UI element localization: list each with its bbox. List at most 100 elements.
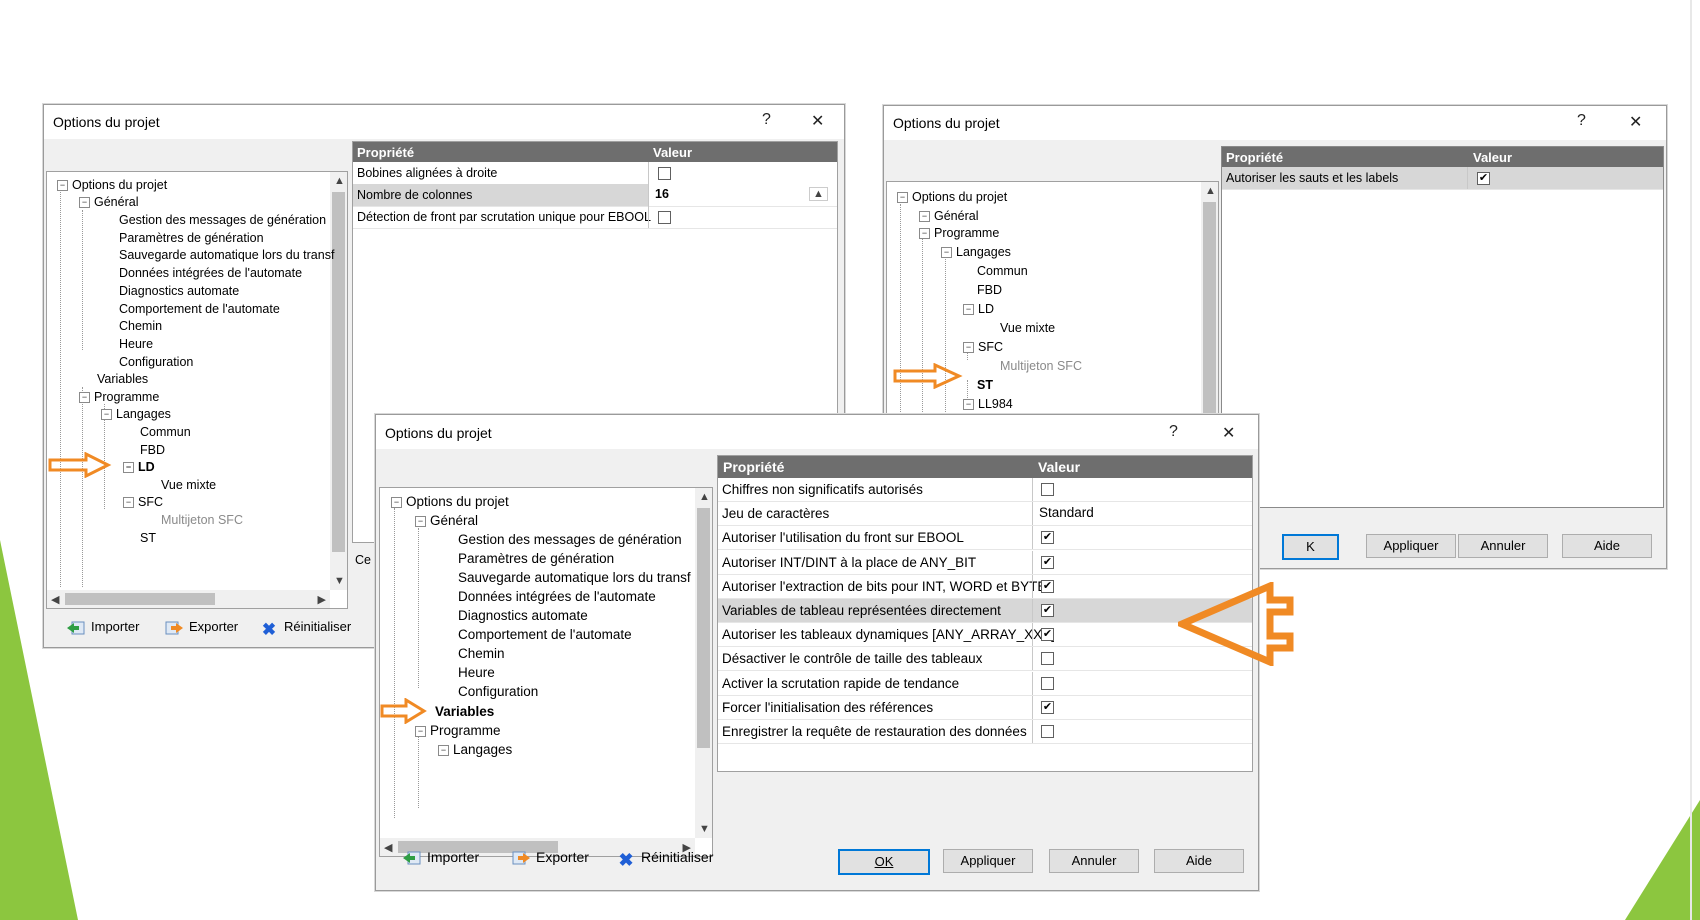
tree-horizontal-scrollbar[interactable]: ◀ ▶ bbox=[47, 590, 330, 608]
tree-node-multitoken-sfc[interactable]: Multijeton SFC bbox=[1000, 359, 1082, 373]
collapse-icon[interactable]: − bbox=[123, 497, 134, 509]
tree-node-languages[interactable]: − Langages bbox=[101, 407, 171, 421]
property-row[interactable]: Chiffres non significatifs autorisés bbox=[718, 478, 1252, 502]
tree-node-autosave[interactable]: Sauvegarde automatique lors du transf bbox=[458, 570, 691, 585]
checked-checkbox[interactable]: ✔ bbox=[1041, 628, 1054, 642]
help-dialog-button[interactable]: Aide bbox=[1154, 849, 1244, 873]
tree-node-fbd[interactable]: FBD bbox=[977, 283, 1002, 297]
scroll-left-icon[interactable]: ◀ bbox=[51, 593, 59, 606]
collapse-icon[interactable]: − bbox=[963, 399, 974, 411]
property-row[interactable]: Désactiver le contrôle de taille des tab… bbox=[718, 647, 1252, 672]
property-row[interactable]: Autoriser l'extraction de bits pour INT,… bbox=[718, 574, 1252, 599]
tree-node-diagnostics[interactable]: Diagnostics automate bbox=[119, 284, 239, 298]
tree-node-program[interactable]: − Programme bbox=[919, 226, 999, 240]
help-button[interactable]: ? bbox=[1577, 112, 1586, 130]
collapse-icon[interactable]: − bbox=[919, 228, 930, 240]
checkbox[interactable]: ✔ bbox=[1477, 172, 1490, 185]
tree-node-diagnostics[interactable]: Diagnostics automate bbox=[458, 608, 588, 623]
import-button[interactable]: Importer bbox=[402, 849, 479, 866]
property-row[interactable]: Détection de front par scrutation unique… bbox=[353, 206, 837, 229]
collapse-icon[interactable]: − bbox=[101, 409, 112, 421]
scroll-up-icon[interactable]: ▲ bbox=[1205, 185, 1216, 197]
collapse-icon[interactable]: − bbox=[919, 211, 930, 223]
property-row[interactable]: Nombre de colonnes 16 ▲ bbox=[353, 184, 837, 207]
scroll-left-icon[interactable]: ◀ bbox=[384, 841, 392, 854]
scroll-down-icon[interactable]: ▼ bbox=[334, 575, 345, 587]
tree-node-general[interactable]: − Général bbox=[919, 209, 978, 223]
scroll-right-icon[interactable]: ▶ bbox=[318, 593, 326, 606]
checked-checkbox[interactable]: ✔ bbox=[1041, 579, 1054, 593]
cancel-button[interactable]: Annuler bbox=[1049, 849, 1139, 873]
tree-node-common[interactable]: Commun bbox=[140, 425, 191, 439]
ok-button[interactable]: OK bbox=[838, 849, 930, 875]
collapse-icon[interactable]: − bbox=[963, 342, 974, 354]
scroll-down-icon[interactable]: ▼ bbox=[699, 823, 710, 835]
checkbox[interactable] bbox=[1041, 725, 1054, 738]
tree-node-options[interactable]: − Options du projet bbox=[57, 178, 167, 192]
collapse-icon[interactable]: − bbox=[57, 180, 68, 192]
collapse-icon[interactable]: − bbox=[415, 515, 426, 527]
tree-node-languages[interactable]: − Langages bbox=[438, 742, 512, 757]
tree-node-messages[interactable]: Gestion des messages de génération bbox=[458, 532, 682, 547]
tree-node-ld[interactable]: − LD bbox=[123, 460, 155, 474]
tree-vertical-scrollbar[interactable]: ▲ ▼ bbox=[695, 488, 712, 838]
reset-button[interactable]: ✖ Réinitialiser bbox=[616, 849, 713, 870]
scroll-up-icon[interactable]: ▲ bbox=[699, 491, 710, 503]
collapse-icon[interactable]: − bbox=[897, 192, 908, 204]
collapse-icon[interactable]: − bbox=[941, 247, 952, 259]
close-button[interactable]: ✕ bbox=[811, 111, 824, 131]
tree-node-behavior[interactable]: Comportement de l'automate bbox=[458, 627, 632, 642]
cancel-button[interactable]: Annuler bbox=[1458, 534, 1548, 558]
collapse-icon[interactable]: − bbox=[123, 462, 134, 474]
scroll-thumb[interactable] bbox=[65, 593, 215, 605]
apply-button[interactable]: Appliquer bbox=[943, 849, 1033, 873]
property-row[interactable]: Activer la scrutation rapide de tendance bbox=[718, 671, 1252, 696]
tree-node-sfc[interactable]: − SFC bbox=[963, 340, 1003, 354]
checked-checkbox[interactable]: ✔ bbox=[1041, 531, 1054, 545]
property-row[interactable]: Forcer l'initialisation des références ✔ bbox=[718, 695, 1252, 720]
tree-node-fbd[interactable]: FBD bbox=[140, 443, 165, 457]
help-button[interactable]: ? bbox=[762, 111, 771, 129]
checked-checkbox[interactable]: ✔ bbox=[1041, 604, 1054, 617]
tree-node-sfc[interactable]: − SFC bbox=[123, 495, 163, 509]
checkbox[interactable] bbox=[1041, 652, 1054, 666]
collapse-icon[interactable]: − bbox=[415, 725, 426, 737]
scroll-up-icon[interactable]: ▲ bbox=[334, 175, 345, 187]
tree-node-path[interactable]: Chemin bbox=[119, 319, 162, 333]
scroll-thumb[interactable] bbox=[332, 192, 345, 552]
tree-node-embedded-data[interactable]: Données intégrées de l'automate bbox=[119, 266, 302, 280]
tree-node-st[interactable]: ST bbox=[977, 378, 993, 392]
checked-checkbox[interactable]: ✔ bbox=[1041, 555, 1054, 569]
apply-button[interactable]: Appliquer bbox=[1366, 534, 1456, 558]
tree-node-variables[interactable]: Variables bbox=[435, 704, 494, 719]
tree-node-options[interactable]: − Options du projet bbox=[391, 494, 509, 509]
checkbox[interactable] bbox=[658, 167, 671, 180]
export-button[interactable]: Exporter bbox=[511, 849, 589, 866]
tree-node-gen-params[interactable]: Paramètres de génération bbox=[458, 551, 614, 566]
property-row[interactable]: Variables de tableau représentées direct… bbox=[718, 599, 1252, 623]
collapse-icon[interactable]: − bbox=[391, 496, 402, 508]
tree-node-general[interactable]: − Général bbox=[415, 513, 478, 528]
tree-node-configuration[interactable]: Configuration bbox=[119, 355, 193, 369]
checkbox[interactable] bbox=[1041, 483, 1054, 496]
property-row[interactable]: Enregistrer la requête de restauration d… bbox=[718, 720, 1252, 744]
property-value[interactable]: Standard bbox=[1039, 505, 1094, 520]
import-button[interactable]: Importer bbox=[66, 619, 139, 636]
tree-node-time[interactable]: Heure bbox=[119, 337, 153, 351]
close-button[interactable]: ✕ bbox=[1629, 112, 1642, 132]
help-dialog-button[interactable]: Aide bbox=[1562, 534, 1652, 558]
tree-node-options[interactable]: − Options du projet bbox=[897, 190, 1007, 204]
tree-node-program[interactable]: − Programme bbox=[415, 723, 501, 738]
spin-up-icon[interactable]: ▲ bbox=[809, 187, 828, 201]
collapse-icon[interactable]: − bbox=[79, 392, 90, 404]
property-row[interactable]: Autoriser INT/DINT à la place de ANY_BIT… bbox=[718, 550, 1252, 575]
reset-button[interactable]: ✖ Réinitialiser bbox=[259, 619, 351, 639]
tree-node-behavior[interactable]: Comportement de l'automate bbox=[119, 302, 280, 316]
checkbox[interactable] bbox=[658, 211, 671, 224]
collapse-icon[interactable]: − bbox=[79, 197, 90, 209]
tree-node-common[interactable]: Commun bbox=[977, 264, 1028, 278]
tree-node-st[interactable]: ST bbox=[140, 531, 156, 545]
tree-node-messages[interactable]: Gestion des messages de génération bbox=[119, 213, 326, 227]
tree-node-mixed-view[interactable]: Vue mixte bbox=[161, 478, 216, 492]
help-button[interactable]: ? bbox=[1169, 423, 1178, 441]
